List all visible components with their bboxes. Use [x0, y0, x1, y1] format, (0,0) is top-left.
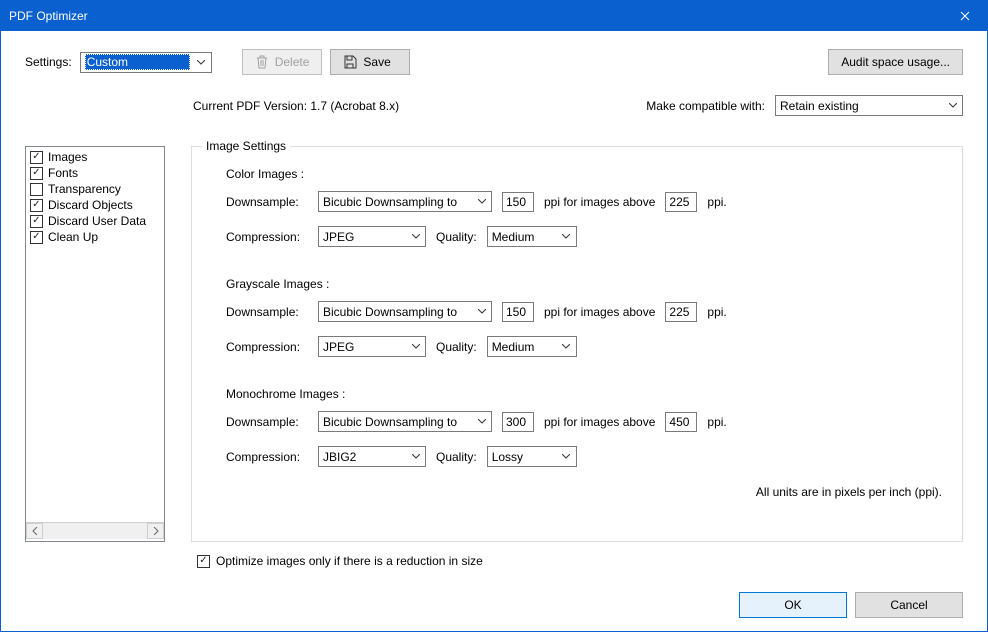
- optimize-only-reduction-row: Optimize images only if there is a reduc…: [197, 554, 963, 568]
- category-discard-user-data[interactable]: Discard User Data: [26, 213, 164, 229]
- chevron-down-icon: [474, 199, 489, 204]
- chevron-down-icon: [559, 234, 574, 239]
- chevron-down-icon: [945, 103, 960, 108]
- scroll-right-icon[interactable]: [147, 523, 164, 539]
- optimize-checkbox-label: Optimize images only if there is a reduc…: [216, 554, 483, 568]
- category-list-scrollbar[interactable]: [26, 522, 164, 539]
- mono-compression-select[interactable]: JBIG2: [318, 446, 426, 467]
- mono-downsample-select[interactable]: Bicubic Downsampling to: [318, 411, 492, 432]
- current-version-label: Current PDF Version: 1.7 (Acrobat 8.x): [193, 99, 399, 113]
- group-legend: Image Settings: [202, 139, 290, 153]
- checkbox-icon[interactable]: [30, 215, 43, 228]
- category-label: Discard Objects: [48, 198, 133, 212]
- chevron-down-icon: [474, 309, 489, 314]
- compat-select-value: Retain existing: [780, 99, 941, 113]
- gray-quality-select[interactable]: Medium: [487, 336, 577, 357]
- color-ppi-above-input[interactable]: [665, 192, 697, 212]
- dialog-footer: OK Cancel: [1, 568, 987, 618]
- settings-select-value: Custom: [85, 54, 190, 70]
- optimize-checkbox[interactable]: [197, 555, 210, 568]
- settings-label: Settings:: [25, 55, 72, 69]
- save-icon: [343, 55, 357, 69]
- delete-button: Delete: [242, 49, 323, 75]
- save-button-label: Save: [363, 55, 390, 69]
- checkbox-icon[interactable]: [30, 199, 43, 212]
- mono-ppi-above-input[interactable]: [665, 412, 697, 432]
- chevron-down-icon: [559, 454, 574, 459]
- ppi-above-label: ppi for images above: [544, 305, 655, 319]
- grayscale-images-heading: Grayscale Images :: [226, 277, 946, 291]
- checkbox-icon[interactable]: [30, 231, 43, 244]
- chevron-down-icon: [559, 344, 574, 349]
- category-label: Transparency: [48, 182, 121, 196]
- chevron-down-icon: [474, 419, 489, 424]
- top-toolbar: Settings: Custom Delete Save Audit space…: [25, 49, 963, 75]
- scroll-left-icon[interactable]: [26, 523, 43, 539]
- ppi-above-label: ppi for images above: [544, 415, 655, 429]
- checkbox-icon[interactable]: [30, 167, 43, 180]
- color-compression-select[interactable]: JPEG: [318, 226, 426, 247]
- window-title: PDF Optimizer: [9, 9, 943, 23]
- image-settings-group: Image Settings Color Images : Downsample…: [191, 146, 963, 542]
- downsample-label: Downsample:: [226, 305, 308, 319]
- quality-label: Quality:: [436, 230, 477, 244]
- checkbox-icon[interactable]: [30, 183, 43, 196]
- chevron-down-icon: [194, 60, 209, 65]
- color-ppi-target-input[interactable]: [502, 192, 534, 212]
- compat-label: Make compatible with:: [646, 99, 765, 113]
- mono-ppi-target-input[interactable]: [502, 412, 534, 432]
- compat-select[interactable]: Retain existing: [775, 95, 963, 116]
- chevron-down-icon: [408, 344, 423, 349]
- compression-label: Compression:: [226, 450, 308, 464]
- category-clean-up[interactable]: Clean Up: [26, 229, 164, 245]
- settings-select[interactable]: Custom: [80, 52, 212, 73]
- gray-compression-select[interactable]: JPEG: [318, 336, 426, 357]
- trash-icon: [255, 55, 269, 69]
- audit-space-button[interactable]: Audit space usage...: [828, 49, 963, 75]
- compression-label: Compression:: [226, 230, 308, 244]
- downsample-label: Downsample:: [226, 195, 308, 209]
- mono-quality-select[interactable]: Lossy: [487, 446, 577, 467]
- save-button[interactable]: Save: [330, 49, 410, 75]
- category-list: Images Fonts Transparency Discard Object…: [25, 146, 165, 542]
- gray-ppi-target-input[interactable]: [502, 302, 534, 322]
- version-row: Current PDF Version: 1.7 (Acrobat 8.x) M…: [25, 95, 963, 116]
- category-label: Discard User Data: [48, 214, 146, 228]
- category-discard-objects[interactable]: Discard Objects: [26, 197, 164, 213]
- close-button[interactable]: [943, 1, 987, 31]
- close-icon: [960, 11, 970, 21]
- titlebar: PDF Optimizer: [1, 1, 987, 31]
- checkbox-icon[interactable]: [30, 151, 43, 164]
- delete-button-label: Delete: [275, 55, 310, 69]
- downsample-label: Downsample:: [226, 415, 308, 429]
- category-transparency[interactable]: Transparency: [26, 181, 164, 197]
- ppi-suffix: ppi.: [707, 415, 726, 429]
- chevron-down-icon: [408, 234, 423, 239]
- category-images[interactable]: Images: [26, 149, 164, 165]
- category-label: Clean Up: [48, 230, 98, 244]
- ppi-above-label: ppi for images above: [544, 195, 655, 209]
- ppi-suffix: ppi.: [707, 305, 726, 319]
- quality-label: Quality:: [436, 340, 477, 354]
- cancel-button[interactable]: Cancel: [855, 592, 963, 618]
- units-note: All units are in pixels per inch (ppi).: [208, 485, 942, 499]
- ppi-suffix: ppi.: [707, 195, 726, 209]
- scrollbar-track[interactable]: [43, 523, 147, 539]
- audit-space-label: Audit space usage...: [841, 55, 950, 69]
- color-downsample-select[interactable]: Bicubic Downsampling to: [318, 191, 492, 212]
- color-images-heading: Color Images :: [226, 167, 946, 181]
- category-label: Images: [48, 150, 87, 164]
- compression-label: Compression:: [226, 340, 308, 354]
- category-label: Fonts: [48, 166, 78, 180]
- color-quality-select[interactable]: Medium: [487, 226, 577, 247]
- gray-ppi-above-input[interactable]: [665, 302, 697, 322]
- ok-button[interactable]: OK: [739, 592, 847, 618]
- gray-downsample-select[interactable]: Bicubic Downsampling to: [318, 301, 492, 322]
- mono-images-heading: Monochrome Images :: [226, 387, 946, 401]
- category-fonts[interactable]: Fonts: [26, 165, 164, 181]
- chevron-down-icon: [408, 454, 423, 459]
- quality-label: Quality:: [436, 450, 477, 464]
